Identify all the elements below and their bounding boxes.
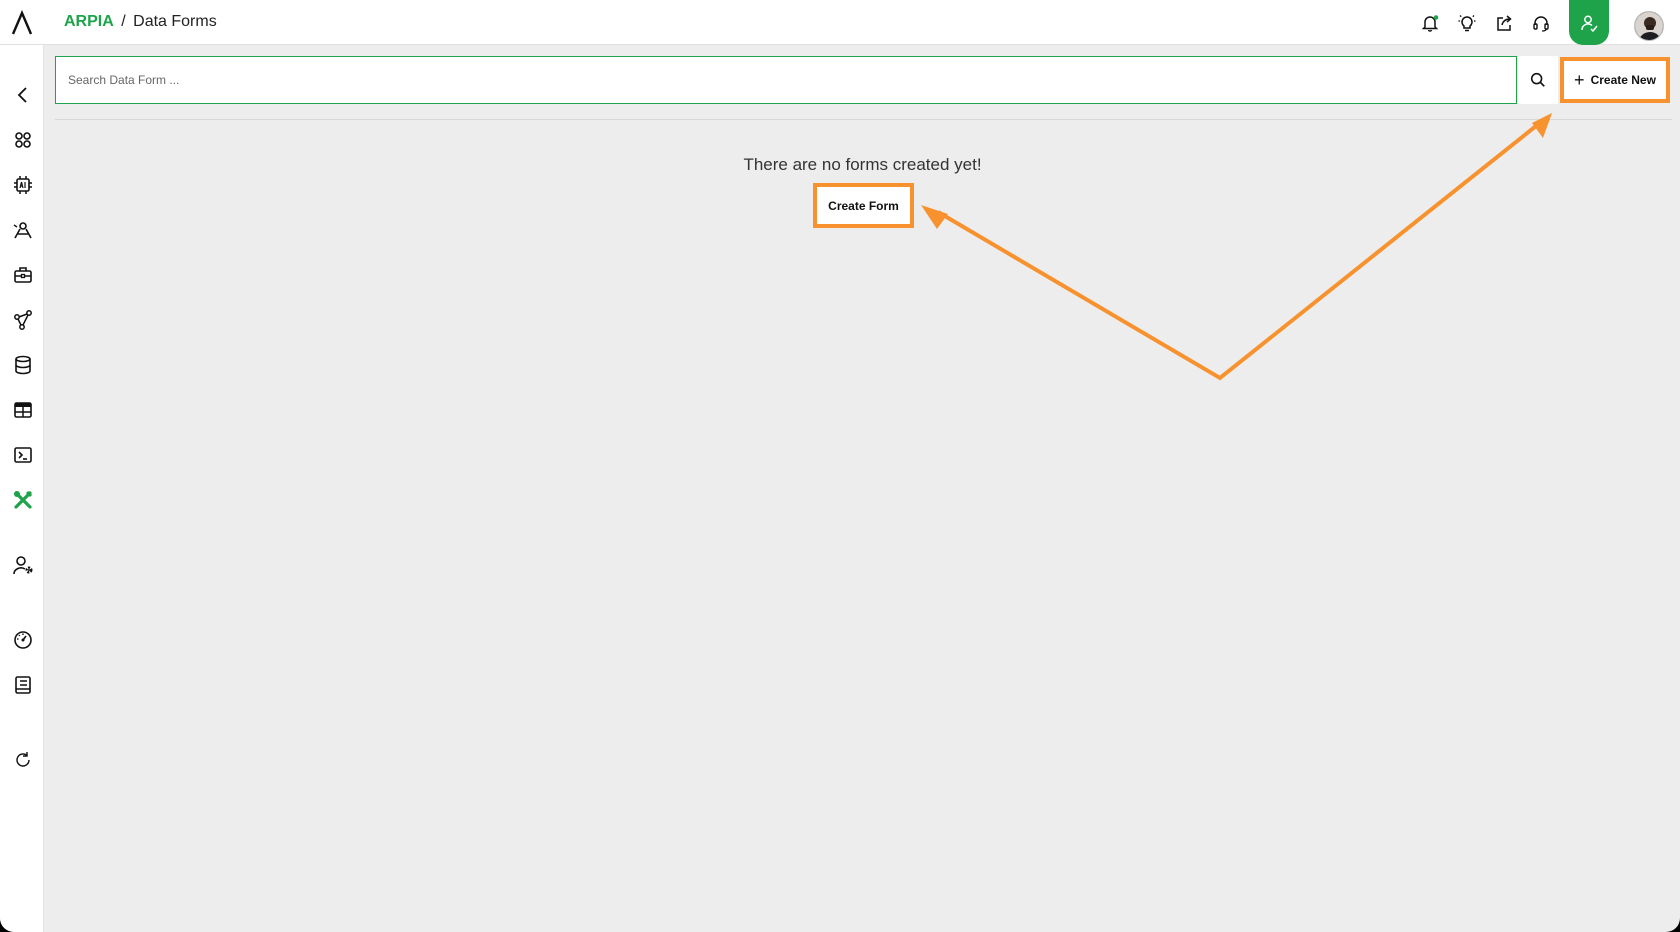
bell-icon[interactable]	[1419, 12, 1441, 34]
table-icon[interactable]	[11, 398, 35, 422]
plus-icon: +	[1574, 70, 1585, 90]
search-input[interactable]	[55, 56, 1517, 104]
terminal-icon[interactable]	[11, 443, 35, 467]
empty-state-message: There are no forms created yet!	[743, 155, 982, 174]
user-settings-icon[interactable]	[11, 553, 35, 577]
refresh-icon[interactable]	[11, 748, 35, 772]
avatar[interactable]	[1634, 11, 1664, 41]
breadcrumb-separator: /	[121, 13, 126, 30]
headset-icon[interactable]	[1530, 12, 1552, 34]
dashboard-icon[interactable]	[11, 628, 35, 652]
search-icon	[1530, 72, 1545, 87]
divider	[55, 119, 1672, 120]
notebook-icon[interactable]	[11, 673, 35, 697]
arrowhead-left	[921, 205, 948, 229]
pipeline-icon[interactable]	[11, 308, 35, 332]
user-mode-button[interactable]	[1569, 0, 1609, 45]
ai-chip-icon[interactable]	[11, 173, 35, 197]
breadcrumb-brand[interactable]: ARPIA	[64, 13, 114, 30]
lightbulb-icon[interactable]	[1456, 12, 1478, 34]
breadcrumb-page: Data Forms	[133, 13, 217, 30]
create-new-label: Create New	[1590, 73, 1656, 87]
toolbox-icon[interactable]	[11, 263, 35, 287]
breadcrumb: ARPIA / Data Forms	[64, 13, 217, 31]
app-window: ARPIA / Data Forms Search Data Form ... …	[0, 0, 1680, 932]
database-icon[interactable]	[11, 353, 35, 377]
create-new-button[interactable]: + Create New	[1560, 57, 1670, 103]
share-icon[interactable]	[1493, 12, 1515, 34]
back-icon[interactable]	[11, 83, 35, 107]
search-button[interactable]	[1518, 56, 1558, 104]
apps-icon[interactable]	[11, 128, 35, 152]
arrowhead-right	[1532, 113, 1552, 138]
arpia-logo-icon[interactable]	[10, 10, 34, 36]
top-bar: ARPIA / Data Forms	[0, 0, 1680, 45]
annotation-arrows	[921, 113, 1552, 381]
sidebar	[0, 45, 44, 932]
user-mode-icon	[1581, 15, 1598, 32]
data-science-icon[interactable]	[11, 218, 35, 242]
tools-icon[interactable]	[11, 488, 35, 512]
create-form-button[interactable]: Create Form	[813, 183, 914, 228]
